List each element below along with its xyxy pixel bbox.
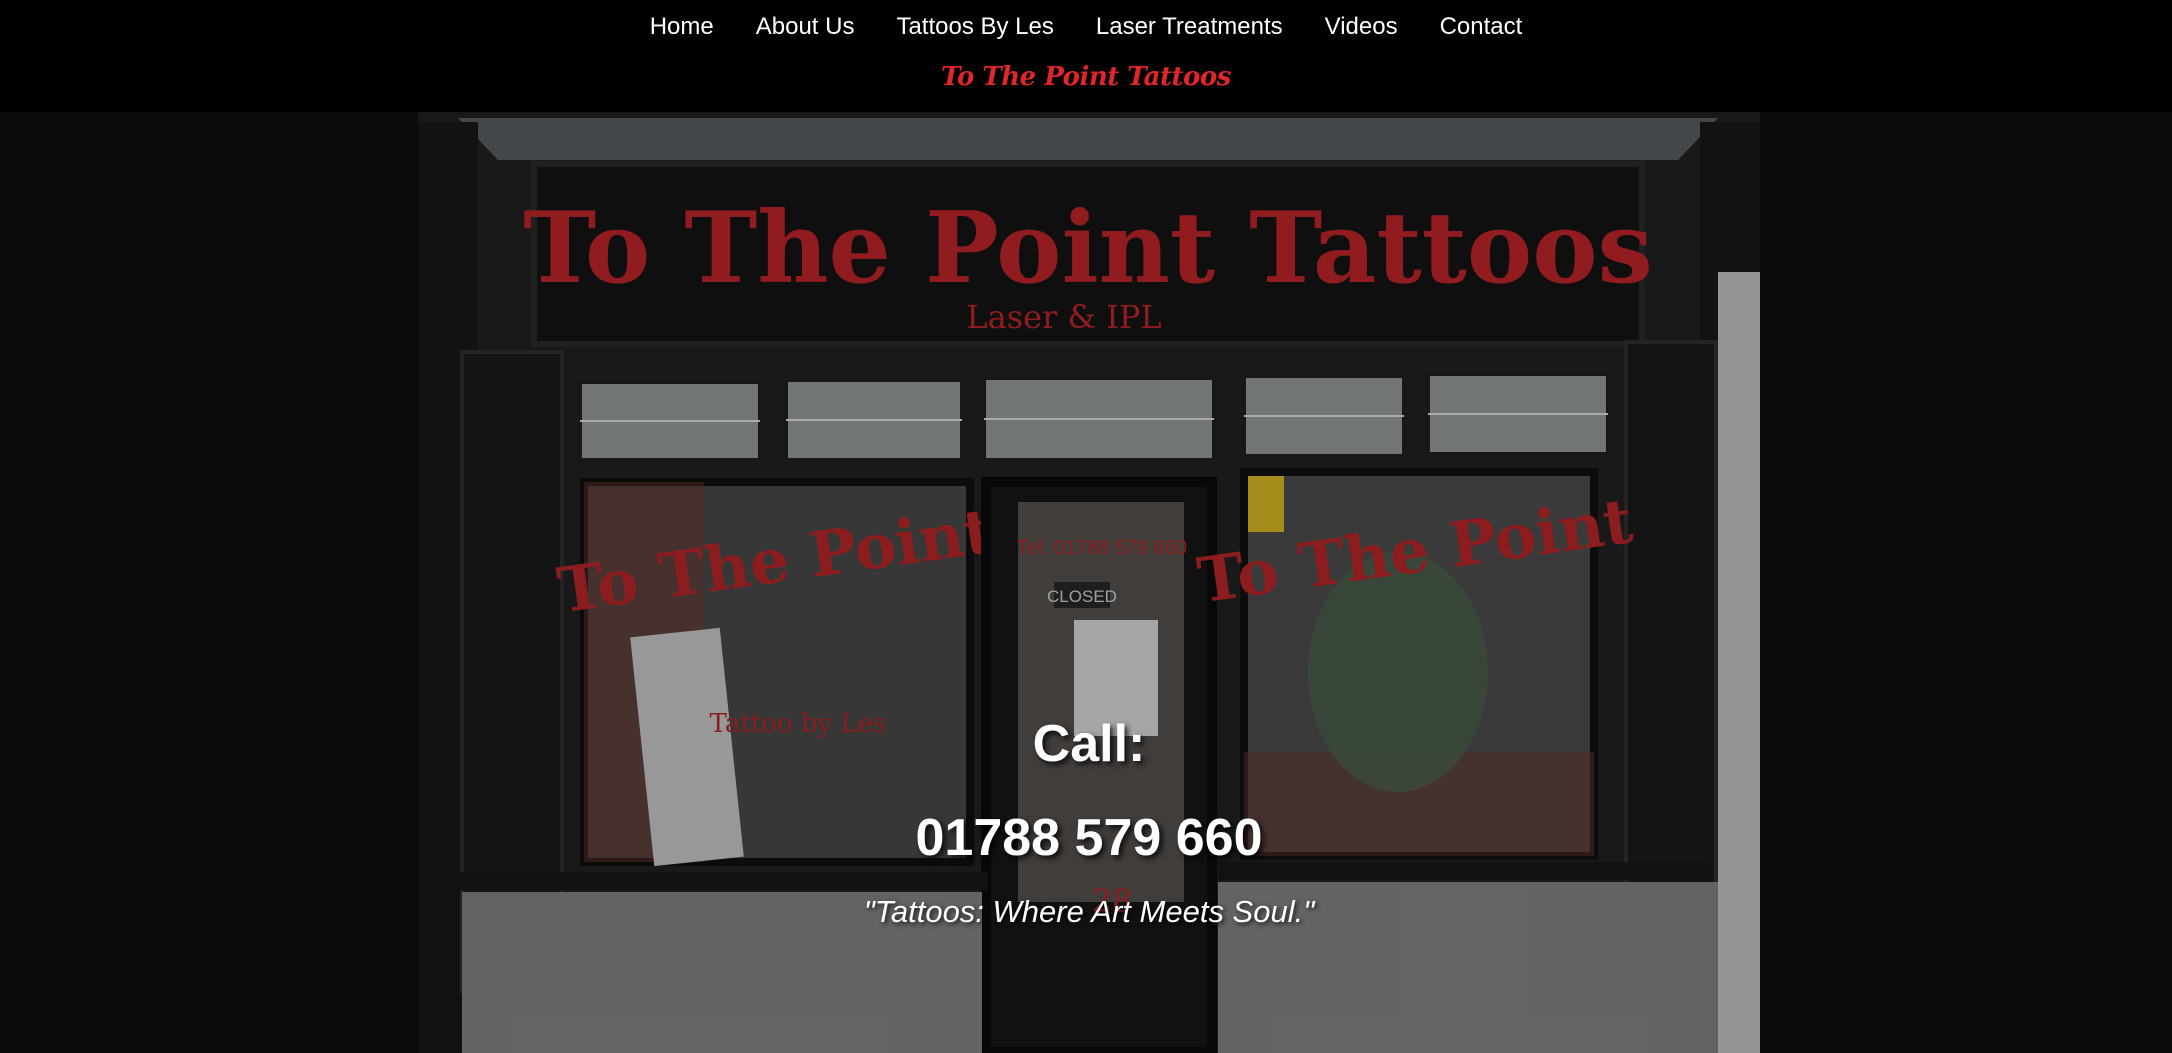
nav-home[interactable]: Home xyxy=(629,12,735,42)
site-header: Home About Us Tattoos By Les Laser Treat… xyxy=(0,0,2172,112)
hero-banner: To The Point Tattoos Laser & IPL To The … xyxy=(418,112,1760,1053)
call-label: Call: xyxy=(1032,715,1146,773)
hero-tagline: "Tattoos: Where Art Meets Soul." xyxy=(863,894,1315,929)
nav-laser-treatments[interactable]: Laser Treatments xyxy=(1075,12,1304,42)
nav-videos[interactable]: Videos xyxy=(1304,12,1419,42)
nav-tattoos-by-les[interactable]: Tattoos By Les xyxy=(875,12,1074,42)
nav-contact[interactable]: Contact xyxy=(1419,12,1544,42)
call-phone-number[interactable]: 01788 579 660 xyxy=(418,808,1760,868)
brand-logo-text[interactable]: To The Point Tattoos xyxy=(0,62,2172,92)
main-nav: Home About Us Tattoos By Les Laser Treat… xyxy=(0,12,2172,42)
nav-about-us[interactable]: About Us xyxy=(735,12,876,42)
